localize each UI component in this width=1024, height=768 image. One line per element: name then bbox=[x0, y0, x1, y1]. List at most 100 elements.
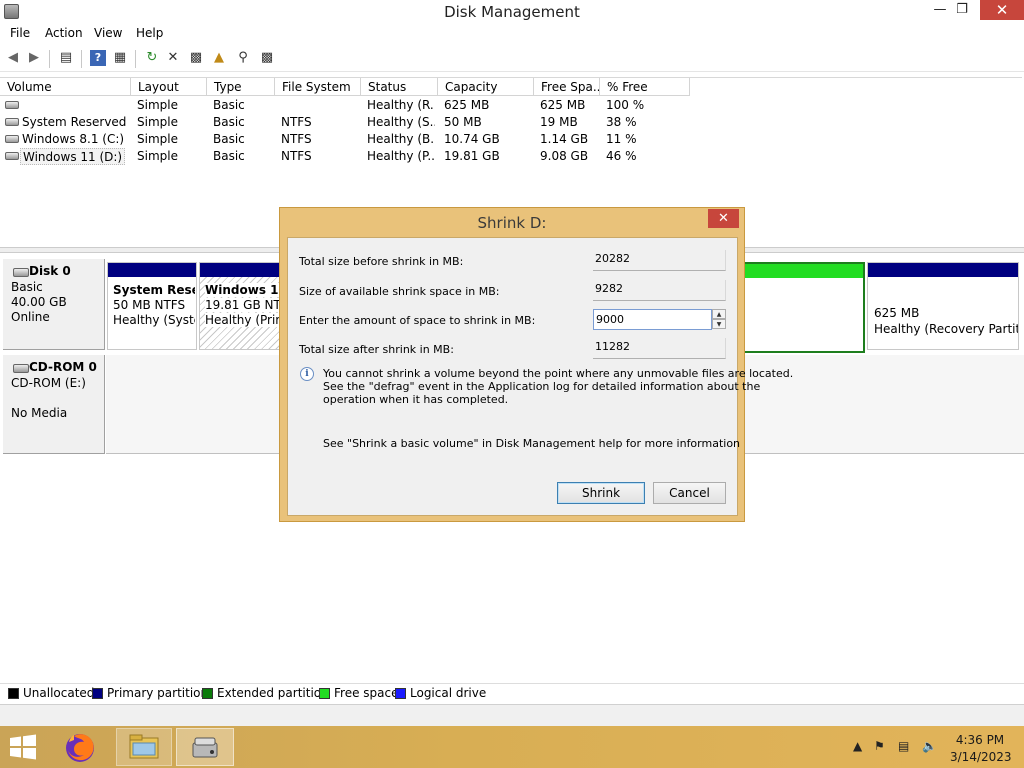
partition-size: 50 MB NTFS bbox=[113, 298, 186, 312]
partition-recovery[interactable]: 625 MB Healthy (Recovery Partitio bbox=[867, 262, 1019, 350]
column-header-percent-free[interactable]: % Free bbox=[600, 78, 690, 96]
column-header-file-system[interactable]: File System bbox=[275, 78, 361, 96]
menu-action[interactable]: Action bbox=[45, 26, 83, 40]
help-text: See "Shrink a basic volume" in Disk Mana… bbox=[323, 437, 741, 450]
free-space-cell: 9.08 GB bbox=[540, 149, 589, 163]
table-row[interactable]: Windows 8.1 (C:) Simple Basic NTFS Healt… bbox=[0, 131, 700, 148]
primary-partition-bar bbox=[868, 263, 1018, 277]
capacity-cell: 19.81 GB bbox=[444, 149, 500, 163]
toolbar-separator bbox=[49, 50, 50, 68]
partition-size: 19.81 GB NTFS bbox=[205, 298, 281, 312]
open-icon[interactable]: ▲ bbox=[211, 50, 227, 66]
disk-management-icon[interactable] bbox=[176, 728, 234, 766]
menu-view[interactable]: View bbox=[94, 26, 122, 40]
file-explorer-icon[interactable] bbox=[116, 728, 172, 766]
cdrom-media-status: No Media bbox=[11, 406, 68, 420]
partition-name: Windows 11 bbox=[205, 283, 281, 297]
cancel-button[interactable]: Cancel bbox=[653, 482, 726, 504]
drive-icon bbox=[5, 118, 19, 126]
properties-icon[interactable]: ▩ bbox=[188, 50, 204, 66]
legend-label: Free space bbox=[334, 686, 399, 700]
column-header-layout[interactable]: Layout bbox=[131, 78, 207, 96]
menu-help[interactable]: Help bbox=[136, 26, 163, 40]
type-cell: Basic bbox=[213, 149, 245, 163]
drive-icon bbox=[5, 135, 19, 143]
total-after-label: Total size after shrink in MB: bbox=[299, 343, 454, 356]
partition-status: Healthy (Prim bbox=[205, 313, 281, 327]
cdrom-icon bbox=[13, 364, 29, 373]
volume-name: Windows 11 (D:) bbox=[20, 148, 126, 165]
disk-0-label[interactable]: Disk 0 Basic 40.00 GB Online bbox=[3, 259, 105, 350]
clock-date[interactable]: 3/14/2023 bbox=[950, 750, 1012, 764]
percent-free-cell: 11 % bbox=[606, 132, 637, 146]
spin-up-button[interactable]: ▲ bbox=[712, 309, 726, 319]
column-header-status[interactable]: Status bbox=[361, 78, 438, 96]
info-text-line: You cannot shrink a volume beyond the po… bbox=[323, 367, 794, 380]
partition-free-space[interactable] bbox=[740, 262, 865, 353]
partition-status: Healthy (Syste bbox=[113, 313, 195, 327]
shrink-button[interactable]: Shrink bbox=[557, 482, 645, 504]
free-space-bar bbox=[742, 264, 863, 278]
explore-icon[interactable]: ⚲ bbox=[235, 50, 251, 66]
action-center-flag-icon[interactable]: ⚑ bbox=[874, 739, 885, 753]
toolbar-separator bbox=[135, 50, 136, 68]
capacity-cell: 625 MB bbox=[444, 98, 490, 112]
table-row-selected[interactable]: Windows 11 (D:) Simple Basic NTFS Health… bbox=[0, 148, 700, 165]
maximize-button[interactable]: ❐ bbox=[947, 0, 977, 22]
column-header-volume[interactable]: Volume bbox=[0, 78, 131, 96]
volume-name: Windows 8.1 (C:) bbox=[22, 132, 125, 146]
volume-muted-icon[interactable]: 🔈 bbox=[922, 739, 937, 753]
info-text-line: operation when it has completed. bbox=[323, 393, 509, 406]
disk-name: Disk 0 bbox=[29, 264, 71, 278]
forward-icon[interactable]: ▶ bbox=[26, 50, 42, 66]
show-hidden-icons-icon[interactable]: ▲ bbox=[853, 739, 862, 753]
shrink-amount-input[interactable] bbox=[593, 309, 712, 330]
available-shrink-value: 9282 bbox=[593, 280, 726, 301]
type-cell: Basic bbox=[213, 132, 245, 146]
delete-icon[interactable]: ✕ bbox=[165, 50, 181, 66]
legend-swatch-extended bbox=[202, 688, 213, 699]
partition-windows-11-selected[interactable]: Windows 11 19.81 GB NTFS Healthy (Prim bbox=[199, 262, 281, 350]
legend-swatch-unallocated bbox=[8, 688, 19, 699]
close-button[interactable]: ✕ bbox=[980, 0, 1024, 20]
console-icon[interactable]: ▦ bbox=[112, 50, 128, 66]
clock-time[interactable]: 4:36 PM bbox=[950, 733, 1010, 747]
available-shrink-label: Size of available shrink space in MB: bbox=[299, 285, 500, 298]
free-space-cell: 625 MB bbox=[540, 98, 586, 112]
legend-label: Extended partition bbox=[217, 686, 329, 700]
status-cell: Healthy (R... bbox=[367, 98, 435, 112]
network-icon[interactable]: ▤ bbox=[898, 739, 909, 753]
cdrom-name: CD-ROM 0 bbox=[29, 360, 97, 374]
disk-type: Basic bbox=[11, 280, 43, 294]
table-row[interactable]: Simple Basic Healthy (R... 625 MB 625 MB… bbox=[0, 97, 700, 114]
column-header-free-space[interactable]: Free Spa... bbox=[534, 78, 600, 96]
spin-down-button[interactable]: ▼ bbox=[712, 319, 726, 329]
firefox-icon[interactable] bbox=[60, 728, 104, 766]
tree-icon[interactable]: ▩ bbox=[259, 50, 275, 66]
back-icon[interactable]: ◀ bbox=[5, 50, 21, 66]
free-space-cell: 19 MB bbox=[540, 115, 578, 129]
free-space-cell: 1.14 GB bbox=[540, 132, 589, 146]
cdrom-0-label[interactable]: CD-ROM 0 CD-ROM (E:) No Media bbox=[3, 355, 105, 454]
legend-label: Logical drive bbox=[410, 686, 487, 700]
partition-status: Healthy (Recovery Partitio bbox=[874, 322, 1018, 336]
column-header-capacity[interactable]: Capacity bbox=[438, 78, 534, 96]
toolbar-separator bbox=[81, 50, 82, 68]
layout-cell: Simple bbox=[137, 98, 178, 112]
help-icon[interactable]: ? bbox=[90, 50, 106, 66]
status-cell: Healthy (S... bbox=[367, 115, 435, 129]
dialog-close-button[interactable]: ✕ bbox=[708, 209, 739, 228]
status-cell: Healthy (B... bbox=[367, 132, 435, 146]
layout-cell: Simple bbox=[137, 132, 178, 146]
table-row[interactable]: System Reserved Simple Basic NTFS Health… bbox=[0, 114, 700, 131]
start-icon[interactable] bbox=[8, 728, 42, 766]
refresh-icon[interactable]: ↻ bbox=[144, 50, 160, 66]
partition-system-reserved[interactable]: System Reser 50 MB NTFS Healthy (Syste bbox=[107, 262, 197, 350]
total-after-value: 11282 bbox=[593, 338, 726, 359]
menu-file[interactable]: File bbox=[10, 26, 30, 40]
column-header-type[interactable]: Type bbox=[207, 78, 275, 96]
layout-cell: Simple bbox=[137, 149, 178, 163]
partition-name: System Reser bbox=[113, 283, 195, 297]
properties-pane-icon[interactable]: ▤ bbox=[58, 50, 74, 66]
toolbar: ◀ ▶ ▤ ? ▦ ↻ ✕ ▩ ▲ ⚲ ▩ bbox=[0, 46, 1024, 72]
